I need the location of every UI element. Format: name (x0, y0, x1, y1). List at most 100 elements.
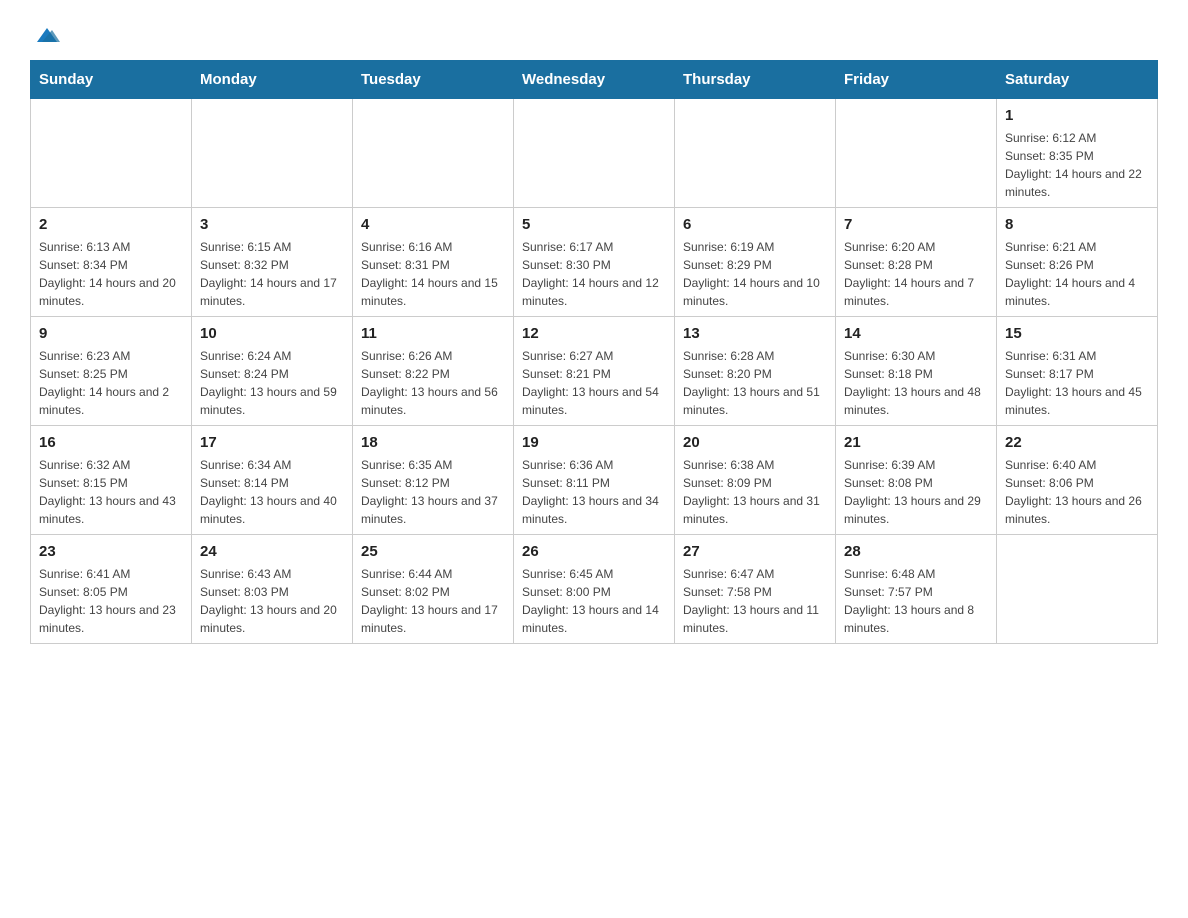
calendar-cell (192, 99, 353, 208)
weekday-header-thursday: Thursday (675, 61, 836, 99)
day-number: 28 (844, 541, 988, 562)
calendar-cell: 25 Sunrise: 6:44 AMSunset: 8:02 PMDayligh… (353, 535, 514, 644)
day-info: Sunrise: 6:36 AMSunset: 8:11 PMDaylight:… (522, 456, 666, 528)
calendar-week-row: 9 Sunrise: 6:23 AMSunset: 8:25 PMDaylight… (31, 317, 1158, 426)
calendar-cell (514, 99, 675, 208)
day-info: Sunrise: 6:32 AMSunset: 8:15 PMDaylight:… (39, 456, 183, 528)
calendar-cell: 23 Sunrise: 6:41 AMSunset: 8:05 PMDayligh… (31, 535, 192, 644)
calendar-cell: 17 Sunrise: 6:34 AMSunset: 8:14 PMDayligh… (192, 426, 353, 535)
calendar-table: SundayMondayTuesdayWednesdayThursdayFrid… (30, 60, 1158, 644)
day-info: Sunrise: 6:27 AMSunset: 8:21 PMDaylight:… (522, 347, 666, 419)
day-info: Sunrise: 6:31 AMSunset: 8:17 PMDaylight:… (1005, 347, 1149, 419)
day-number: 13 (683, 323, 827, 344)
day-info: Sunrise: 6:28 AMSunset: 8:20 PMDaylight:… (683, 347, 827, 419)
day-info: Sunrise: 6:44 AMSunset: 8:02 PMDaylight:… (361, 565, 505, 637)
day-number: 8 (1005, 214, 1149, 235)
weekday-header-sunday: Sunday (31, 61, 192, 99)
day-info: Sunrise: 6:12 AMSunset: 8:35 PMDaylight:… (1005, 129, 1149, 201)
calendar-cell: 13 Sunrise: 6:28 AMSunset: 8:20 PMDayligh… (675, 317, 836, 426)
calendar-week-row: 1 Sunrise: 6:12 AMSunset: 8:35 PMDaylight… (31, 99, 1158, 208)
calendar-cell: 26 Sunrise: 6:45 AMSunset: 8:00 PMDayligh… (514, 535, 675, 644)
day-info: Sunrise: 6:15 AMSunset: 8:32 PMDaylight:… (200, 238, 344, 310)
day-number: 6 (683, 214, 827, 235)
day-number: 3 (200, 214, 344, 235)
weekday-header-saturday: Saturday (997, 61, 1158, 99)
day-info: Sunrise: 6:24 AMSunset: 8:24 PMDaylight:… (200, 347, 344, 419)
day-number: 23 (39, 541, 183, 562)
day-number: 2 (39, 214, 183, 235)
day-info: Sunrise: 6:39 AMSunset: 8:08 PMDaylight:… (844, 456, 988, 528)
day-number: 10 (200, 323, 344, 344)
day-number: 19 (522, 432, 666, 453)
day-info: Sunrise: 6:20 AMSunset: 8:28 PMDaylight:… (844, 238, 988, 310)
page-header (30, 20, 1158, 50)
calendar-cell: 16 Sunrise: 6:32 AMSunset: 8:15 PMDayligh… (31, 426, 192, 535)
day-number: 17 (200, 432, 344, 453)
calendar-body: 1 Sunrise: 6:12 AMSunset: 8:35 PMDaylight… (31, 99, 1158, 644)
day-info: Sunrise: 6:38 AMSunset: 8:09 PMDaylight:… (683, 456, 827, 528)
day-number: 15 (1005, 323, 1149, 344)
day-number: 9 (39, 323, 183, 344)
calendar-cell: 2 Sunrise: 6:13 AMSunset: 8:34 PMDaylight… (31, 208, 192, 317)
day-info: Sunrise: 6:40 AMSunset: 8:06 PMDaylight:… (1005, 456, 1149, 528)
day-number: 20 (683, 432, 827, 453)
day-number: 1 (1005, 105, 1149, 126)
calendar-cell: 27Sunrise: 6:47 AMSunset: 7:58 PMDayligh… (675, 535, 836, 644)
calendar-cell: 19 Sunrise: 6:36 AMSunset: 8:11 PMDayligh… (514, 426, 675, 535)
day-info: Sunrise: 6:19 AMSunset: 8:29 PMDaylight:… (683, 238, 827, 310)
day-info: Sunrise: 6:45 AMSunset: 8:00 PMDaylight:… (522, 565, 666, 637)
calendar-cell: 8 Sunrise: 6:21 AMSunset: 8:26 PMDaylight… (997, 208, 1158, 317)
weekday-header-row: SundayMondayTuesdayWednesdayThursdayFrid… (31, 61, 1158, 99)
calendar-cell: 21 Sunrise: 6:39 AMSunset: 8:08 PMDayligh… (836, 426, 997, 535)
day-info: Sunrise: 6:48 AMSunset: 7:57 PMDaylight:… (844, 565, 988, 637)
calendar-cell: 14Sunrise: 6:30 AMSunset: 8:18 PMDayligh… (836, 317, 997, 426)
day-number: 16 (39, 432, 183, 453)
day-number: 21 (844, 432, 988, 453)
day-number: 18 (361, 432, 505, 453)
day-number: 25 (361, 541, 505, 562)
calendar-cell: 12Sunrise: 6:27 AMSunset: 8:21 PMDayligh… (514, 317, 675, 426)
weekday-header-tuesday: Tuesday (353, 61, 514, 99)
calendar-cell: 1 Sunrise: 6:12 AMSunset: 8:35 PMDaylight… (997, 99, 1158, 208)
day-number: 7 (844, 214, 988, 235)
day-number: 22 (1005, 432, 1149, 453)
day-number: 11 (361, 323, 505, 344)
calendar-cell (836, 99, 997, 208)
day-info: Sunrise: 6:13 AMSunset: 8:34 PMDaylight:… (39, 238, 183, 310)
day-info: Sunrise: 6:21 AMSunset: 8:26 PMDaylight:… (1005, 238, 1149, 310)
calendar-cell: 18 Sunrise: 6:35 AMSunset: 8:12 PMDayligh… (353, 426, 514, 535)
day-info: Sunrise: 6:16 AMSunset: 8:31 PMDaylight:… (361, 238, 505, 310)
calendar-cell (353, 99, 514, 208)
calendar-cell (997, 535, 1158, 644)
day-info: Sunrise: 6:23 AMSunset: 8:25 PMDaylight:… (39, 347, 183, 419)
weekday-header-friday: Friday (836, 61, 997, 99)
day-info: Sunrise: 6:17 AMSunset: 8:30 PMDaylight:… (522, 238, 666, 310)
calendar-cell: 22 Sunrise: 6:40 AMSunset: 8:06 PMDayligh… (997, 426, 1158, 535)
calendar-week-row: 2 Sunrise: 6:13 AMSunset: 8:34 PMDaylight… (31, 208, 1158, 317)
day-info: Sunrise: 6:34 AMSunset: 8:14 PMDaylight:… (200, 456, 344, 528)
calendar-cell: 5 Sunrise: 6:17 AMSunset: 8:30 PMDaylight… (514, 208, 675, 317)
calendar-cell: 7 Sunrise: 6:20 AMSunset: 8:28 PMDaylight… (836, 208, 997, 317)
calendar-cell: 9 Sunrise: 6:23 AMSunset: 8:25 PMDaylight… (31, 317, 192, 426)
day-number: 14 (844, 323, 988, 344)
calendar-cell (31, 99, 192, 208)
calendar-cell: 28 Sunrise: 6:48 AMSunset: 7:57 PMDayligh… (836, 535, 997, 644)
day-number: 26 (522, 541, 666, 562)
calendar-week-row: 16 Sunrise: 6:32 AMSunset: 8:15 PMDayligh… (31, 426, 1158, 535)
day-info: Sunrise: 6:35 AMSunset: 8:12 PMDaylight:… (361, 456, 505, 528)
weekday-header-monday: Monday (192, 61, 353, 99)
day-info: Sunrise: 6:43 AMSunset: 8:03 PMDaylight:… (200, 565, 344, 637)
day-number: 5 (522, 214, 666, 235)
day-info: Sunrise: 6:41 AMSunset: 8:05 PMDaylight:… (39, 565, 183, 637)
calendar-header: SundayMondayTuesdayWednesdayThursdayFrid… (31, 61, 1158, 99)
calendar-cell: 24 Sunrise: 6:43 AMSunset: 8:03 PMDayligh… (192, 535, 353, 644)
calendar-week-row: 23 Sunrise: 6:41 AMSunset: 8:05 PMDayligh… (31, 535, 1158, 644)
day-number: 4 (361, 214, 505, 235)
day-number: 24 (200, 541, 344, 562)
calendar-cell: 6 Sunrise: 6:19 AMSunset: 8:29 PMDaylight… (675, 208, 836, 317)
calendar-cell (675, 99, 836, 208)
calendar-cell: 11Sunrise: 6:26 AMSunset: 8:22 PMDayligh… (353, 317, 514, 426)
calendar-cell: 3 Sunrise: 6:15 AMSunset: 8:32 PMDaylight… (192, 208, 353, 317)
calendar-cell: 4 Sunrise: 6:16 AMSunset: 8:31 PMDaylight… (353, 208, 514, 317)
day-info: Sunrise: 6:47 AMSunset: 7:58 PMDaylight:… (683, 565, 827, 637)
